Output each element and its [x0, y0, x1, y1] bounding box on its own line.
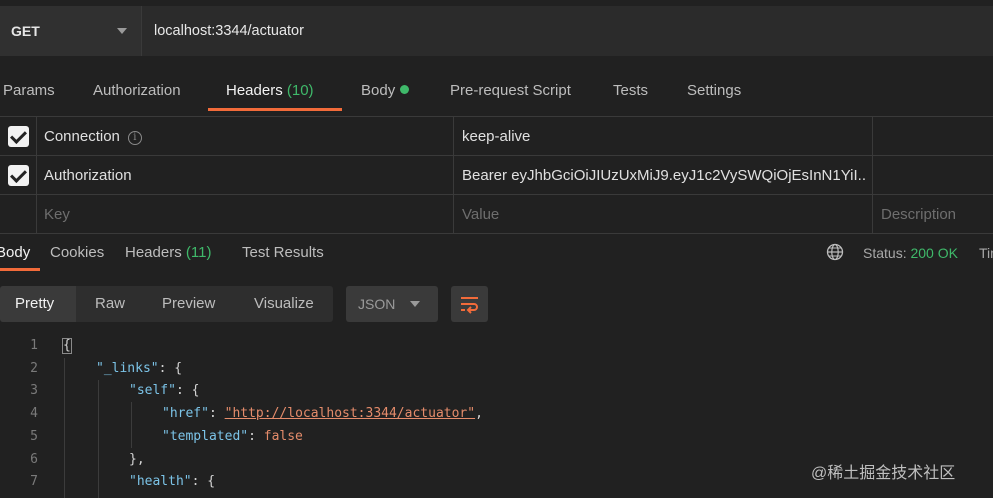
checkbox-checked-icon[interactable] [8, 126, 29, 147]
request-tabs: Params Authorization Headers (10) Body P… [0, 70, 993, 112]
tab-test-results[interactable]: Test Results [242, 244, 324, 261]
line-number: 7 [30, 474, 38, 490]
code-text: "self": { [129, 383, 199, 398]
tab-body[interactable]: Body [361, 82, 410, 99]
line-number: 5 [30, 428, 38, 444]
checkbox-checked-icon[interactable] [8, 165, 29, 186]
key-placeholder[interactable]: Key [44, 206, 70, 223]
json-key: "_links" [96, 360, 159, 376]
info-icon[interactable]: i [127, 131, 142, 145]
code-line: 4 "href": "http://localhost:3344/actuato… [0, 402, 993, 425]
code-line: 5 "templated": false [0, 425, 993, 448]
code-text: "href": "http://localhost:3344/actuator"… [162, 406, 483, 421]
header-key-cell[interactable]: Authorization [44, 167, 132, 184]
request-bar: GET localhost:3344/actuator [0, 6, 993, 56]
response-tabs: Body Cookies Headers (11) Test Results S… [0, 236, 993, 272]
json-boolean-value: false [263, 428, 303, 444]
json-punct: : [248, 428, 264, 444]
json-key: "href" [162, 406, 209, 422]
tab-label: Tests [613, 82, 649, 99]
code-line: 2 "_links": { [0, 357, 993, 380]
body-indicator-icon [400, 85, 410, 94]
table-row: Connection i keep-alive [0, 117, 993, 156]
wrap-lines-button[interactable] [451, 286, 488, 322]
status-label: Status: [863, 245, 907, 261]
view-mode-group: Pretty Raw Preview Visualize [0, 286, 333, 322]
tab-response-body[interactable]: Body [0, 244, 30, 261]
line-number: 2 [30, 360, 38, 376]
active-tab-indicator [0, 268, 40, 271]
watermark: @稀土掘金技术社区 [811, 465, 956, 482]
code-text: "templated": false [162, 429, 303, 444]
json-punct: , [475, 406, 483, 422]
code-text: "_links": { [96, 361, 182, 376]
header-value-cell[interactable]: Bearer eyJhbGciOiJIUzUxMiJ9.eyJ1c2VySWQi… [462, 167, 866, 184]
time-label: Tim [979, 245, 993, 261]
headers-table: Connection i keep-alive Authorization Bea… [0, 116, 993, 234]
line-number: 3 [30, 383, 38, 399]
tab-label: Settings [687, 82, 742, 99]
tab-label: Headers [125, 244, 182, 261]
globe-icon[interactable] [826, 243, 844, 261]
tab-count: (10) [286, 82, 314, 99]
code-text: "health": { [129, 474, 215, 489]
tab-label: Body [361, 82, 396, 99]
table-row-new: Key Value Description [0, 195, 993, 234]
matched-brace: { [62, 338, 72, 354]
tab-label: Params [3, 82, 55, 99]
tab-count: (11) [185, 244, 212, 261]
json-punct: : { [191, 474, 216, 490]
line-number: 4 [30, 406, 38, 422]
line-number: 1 [30, 338, 38, 353]
code-line: 1 { [0, 334, 993, 357]
header-value-cell[interactable]: keep-alive [462, 128, 862, 145]
header-key: Connection [44, 128, 120, 145]
chevron-down-icon [117, 28, 127, 34]
json-key: "health" [129, 474, 192, 490]
tab-label: Headers [226, 82, 283, 99]
tab-tests[interactable]: Tests [613, 82, 648, 99]
wrap-lines-icon [461, 297, 478, 314]
active-tab-indicator [208, 108, 342, 111]
method-select[interactable]: GET [0, 6, 142, 56]
table-row: Authorization Bearer eyJhbGciOiJIUzUxMiJ… [0, 156, 993, 195]
view-pretty-button[interactable]: Pretty [15, 295, 54, 312]
format-select[interactable]: JSON [346, 286, 438, 322]
tab-authorization[interactable]: Authorization [93, 82, 181, 99]
tab-params[interactable]: Params [3, 82, 55, 99]
value-placeholder[interactable]: Value [462, 206, 499, 223]
view-raw-button[interactable]: Raw [95, 295, 125, 312]
json-key: "templated" [162, 428, 249, 444]
status-readout: Status: 200 OK [863, 245, 958, 261]
json-url-value[interactable]: "http://localhost:3344/actuator" [225, 406, 475, 421]
url-input[interactable]: localhost:3344/actuator [154, 23, 304, 39]
line-number: 6 [30, 451, 38, 467]
json-punct: : [208, 406, 225, 422]
tab-cookies[interactable]: Cookies [50, 244, 104, 261]
tab-settings[interactable]: Settings [687, 82, 741, 99]
tab-pre-request-script[interactable]: Pre-request Script [450, 82, 571, 99]
tab-label: Pre-request Script [450, 82, 571, 99]
format-select-value: JSON [358, 296, 396, 312]
view-preview-button[interactable]: Preview [162, 295, 215, 312]
header-key-cell[interactable]: Connection i [44, 128, 142, 145]
json-key: "self" [129, 383, 176, 399]
method-label: GET [11, 23, 40, 39]
status-code: 200 OK [910, 245, 958, 261]
json-punct: : { [175, 383, 200, 399]
tab-label: Authorization [93, 82, 181, 99]
code-text: }, [129, 451, 145, 467]
code-text: { [62, 338, 72, 354]
code-line: 3 "self": { [0, 379, 993, 402]
chevron-down-icon [410, 301, 420, 307]
description-placeholder[interactable]: Description [881, 206, 956, 223]
tab-headers[interactable]: Headers (10) [226, 82, 314, 99]
view-visualize-button[interactable]: Visualize [254, 295, 314, 312]
json-punct: : { [158, 360, 183, 376]
tab-response-headers[interactable]: Headers (11) [125, 244, 211, 261]
